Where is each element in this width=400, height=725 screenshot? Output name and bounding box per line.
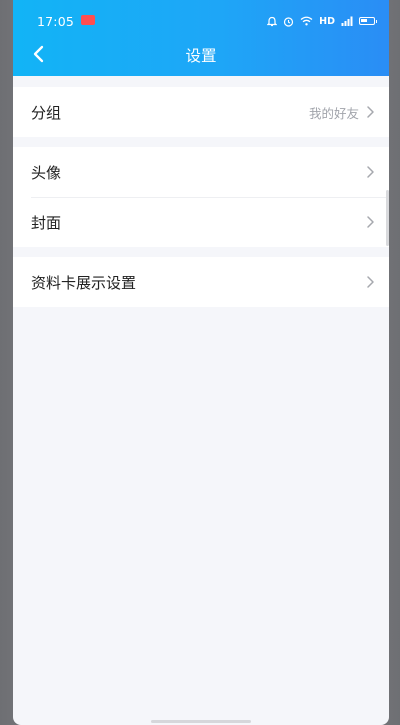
status-bar: 17:05 HD [13, 0, 389, 29]
group-row[interactable]: 分组 我的好友 [13, 87, 389, 137]
page-title: 设置 [185, 47, 217, 65]
avatar-row-label: 头像 [31, 163, 62, 182]
settings-group-appearance: 头像 封面 [13, 147, 389, 247]
network-type-label: HD [319, 15, 335, 27]
signal-icon [341, 16, 353, 26]
status-icons: HD [267, 13, 377, 29]
settings-group-profile-card: 资料卡展示设置 [13, 257, 389, 307]
wifi-icon [300, 16, 313, 26]
status-time: 17:05 [37, 14, 75, 29]
cover-row[interactable]: 封面 [13, 197, 389, 247]
profile-card-row-label: 资料卡展示设置 [31, 273, 137, 292]
settings-screen: 17:05 HD 设置 分组 我的好友 头像 封面 资料卡展示设置 [13, 0, 389, 725]
profile-card-row[interactable]: 资料卡展示设置 [13, 257, 389, 307]
avatar-row[interactable]: 头像 [13, 147, 389, 197]
settings-group-friends: 分组 我的好友 [13, 87, 389, 137]
alarm-icon [267, 16, 278, 26]
group-row-value: 我的好友 [308, 105, 359, 121]
scrollbar[interactable] [386, 190, 389, 246]
chevron-right-icon [367, 276, 374, 288]
notification-badge-icon [81, 15, 95, 25]
chevron-right-icon [367, 216, 374, 228]
nav-bar: 设置 [13, 36, 389, 72]
cover-row-label: 封面 [31, 213, 62, 232]
clock-icon [284, 16, 294, 27]
chevron-right-icon [367, 106, 374, 118]
app-header: 17:05 HD 设置 [13, 0, 389, 76]
phone-frame: 17:05 HD 设置 分组 我的好友 头像 封面 资料卡展示设置 [0, 0, 400, 725]
chevron-right-icon [367, 166, 374, 178]
group-row-label: 分组 [31, 103, 62, 122]
home-indicator[interactable] [151, 720, 251, 723]
battery-icon [359, 17, 377, 25]
